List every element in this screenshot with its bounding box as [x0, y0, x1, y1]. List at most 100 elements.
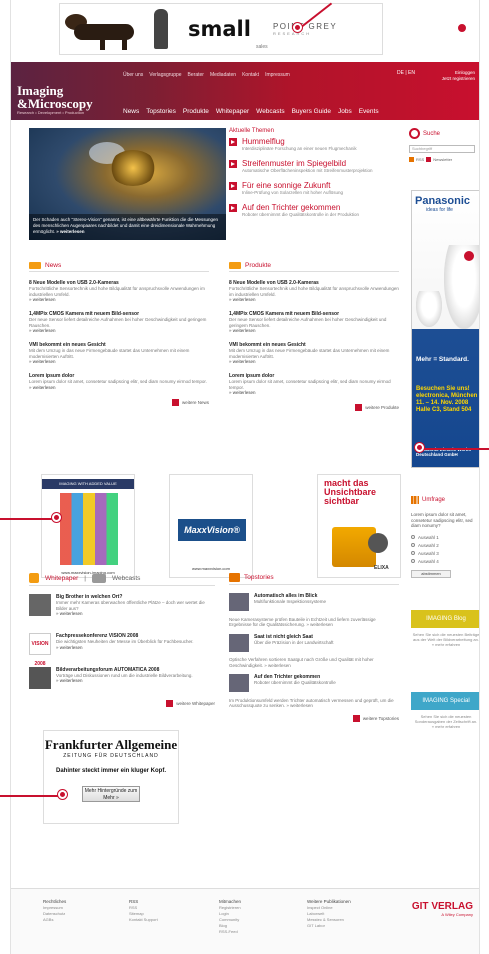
topic-title[interactable]: Für eine sonnige Zukunft: [242, 181, 343, 190]
topic-item[interactable]: Für eine sonnige Zukunft Inline-Prüfung v…: [229, 181, 397, 196]
product-item[interactable]: VMI bekommt ein neues Gesicht Mit dem Umz…: [229, 342, 399, 364]
radio-icon[interactable]: [411, 535, 415, 539]
poll-option[interactable]: Auswahl 2: [411, 543, 479, 548]
topic-title[interactable]: Hummelflug: [242, 137, 357, 146]
product-item[interactable]: 1,4MPix CMOS Kamera mit neuem Bild-senso…: [229, 311, 399, 333]
hero-caption: Der Schaden auch "Stereo-Vision" genannt…: [29, 214, 226, 240]
top-nav-item[interactable]: Verlagsgruppe: [149, 72, 181, 78]
main-nav-produkte[interactable]: Produkte: [183, 108, 209, 115]
poll-option[interactable]: Auswahl 4: [411, 559, 479, 564]
hero-more-link[interactable]: » weiterlesen: [56, 229, 84, 234]
topstory-item[interactable]: Saat ist nicht gleich Saat Über die Präzi…: [229, 633, 399, 655]
newsletter-link[interactable]: Newsletter: [433, 157, 452, 162]
whitepaper-item[interactable]: Bildverarbeitungsforum AUTOMATICA 2008 Vo…: [29, 666, 215, 693]
top-nav-item[interactable]: Kontakt: [242, 72, 259, 78]
topstory-more-link[interactable]: » weiterlesen: [306, 622, 333, 627]
product-more-link[interactable]: » weiterlesen: [229, 359, 399, 364]
product-more-link[interactable]: » weiterlesen: [229, 328, 399, 333]
news-icon: [29, 262, 41, 269]
topstory-more-link[interactable]: » weiterlesen: [264, 663, 291, 668]
topstory-item[interactable]: Auf den Trichter gekommen Roboter übernim…: [229, 674, 399, 695]
radio-icon[interactable]: [411, 551, 415, 555]
callout-dot-corner: [456, 22, 468, 34]
panasonic-ad[interactable]: Panasonic ideas for life Mehr = Standard…: [411, 190, 479, 468]
search-input[interactable]: Suchbegriff: [409, 145, 475, 153]
news-more-link[interactable]: » weiterlesen: [29, 385, 209, 390]
more-news-button[interactable]: weitere News: [29, 398, 209, 406]
news-item[interactable]: 8 Neue Modelle von USB 2.0-Kameras Fortsc…: [29, 280, 209, 302]
register-link[interactable]: Jetzt registrieren: [442, 76, 475, 82]
topic-title[interactable]: Streifenmuster im Spiegelbild: [242, 159, 373, 168]
footer-link[interactable]: GIT Labor: [307, 923, 351, 929]
main-nav-topstories[interactable]: Topstories: [146, 108, 176, 115]
faz-ad[interactable]: Frankfurter Allgemeine ZEITUNG FÜR DEUTS…: [43, 730, 179, 824]
topstory-item[interactable]: Automatisch alles im Blick Multifunktiona…: [229, 593, 399, 614]
product-more-link[interactable]: » weiterlesen: [229, 297, 399, 302]
top-nav-item[interactable]: Mediadaten: [210, 72, 236, 78]
rss-link[interactable]: RSS: [416, 157, 424, 162]
product-item[interactable]: 8 Neue Modelle von USB 2.0-Kameras Fortsc…: [229, 280, 399, 302]
git-verlag-logo[interactable]: GIT VERLAG A Wiley Company: [412, 901, 473, 917]
arrow-icon: [355, 404, 363, 411]
top-nav-item[interactable]: Über uns: [123, 72, 143, 78]
blog-more-link[interactable]: » mehr erfahren: [432, 642, 460, 647]
site-tagline: Research • Development • Production: [17, 110, 85, 115]
arrow-icon: [229, 160, 237, 168]
radio-icon[interactable]: [411, 559, 415, 563]
poll-option[interactable]: Auswahl 3: [411, 551, 479, 556]
main-nav-news[interactable]: News: [123, 108, 139, 115]
vote-button[interactable]: abstimmen: [411, 569, 451, 578]
main-nav-jobs[interactable]: Jobs: [338, 108, 352, 115]
main-nav-webcasts[interactable]: Webcasts: [256, 108, 284, 115]
more-topstories-button[interactable]: weitere Topstories: [229, 714, 399, 722]
imaging-blog-banner[interactable]: IMAGING Blog: [411, 610, 479, 628]
language-switch[interactable]: DE | EN: [397, 70, 415, 76]
topic-title[interactable]: Auf den Trichter gekommen: [242, 203, 359, 212]
maxxvision-ad[interactable]: MaxxVision® www.maxxvision.com: [169, 474, 253, 578]
whitepaper-more-link[interactable]: » weiterlesen: [56, 678, 193, 683]
news-item[interactable]: 1,4MPix CMOS Kamera mit neuem Bild-senso…: [29, 311, 209, 333]
whitepaper-more-link[interactable]: » weiterlesen: [56, 645, 194, 650]
product-item[interactable]: Lorem ipsum dolor Lorem ipsum dolor sit a…: [229, 373, 399, 395]
top-nav-item[interactable]: Impressum: [265, 72, 290, 78]
topic-item[interactable]: Streifenmuster im Spiegelbild Automatisch…: [229, 159, 397, 174]
radio-icon[interactable]: [411, 543, 415, 547]
product-item-text: Lorem ipsum dolor sit amet, consetetur s…: [229, 379, 391, 390]
maxxvision-cube-ad[interactable]: IMAGING WITH ADDED VALUE www.maxxvision-i…: [41, 474, 135, 578]
news-more-link[interactable]: » weiterlesen: [29, 297, 209, 302]
whitepaper-item[interactable]: Big Brother in welchen Ort? Immer mehr Ka…: [29, 594, 215, 625]
top-nav: Über uns Verlagsgruppe Berater Mediadate…: [123, 72, 290, 78]
hero-image[interactable]: Der Schaden auch "Stereo-Vision" genannt…: [29, 128, 226, 240]
more-whitepaper-label: weitere Whitepaper: [176, 701, 215, 706]
topstory-more-link[interactable]: » weiterlesen: [286, 703, 313, 708]
whitepaper-more-link[interactable]: » weiterlesen: [56, 611, 215, 616]
topic-item[interactable]: Hummelflug Interdisziplinäre Forschung an…: [229, 137, 397, 152]
whitepaper-item[interactable]: VISION 2008 Fachpressekonferenz VISION 20…: [29, 633, 215, 667]
main-nav-whitepaper[interactable]: Whitepaper: [216, 108, 249, 115]
top-nav-item[interactable]: Berater: [188, 72, 204, 78]
faz-button[interactable]: Mehr Hintergründe zum Mehr »: [82, 786, 140, 802]
news-more-link[interactable]: » weiterlesen: [29, 328, 209, 333]
elixa-headline: macht das Unsichtbare sichtbar: [324, 478, 377, 506]
footer-link[interactable]: AGBs: [43, 917, 66, 923]
tab-webcasts[interactable]: Webcasts: [112, 575, 140, 582]
elixa-ad[interactable]: macht das Unsichtbare sichtbar ELIXA: [317, 474, 401, 578]
more-products-button[interactable]: weitere Produkte: [229, 404, 399, 411]
tab-whitepaper[interactable]: Whitepaper: [45, 575, 78, 582]
poll-option[interactable]: Auswahl 1: [411, 535, 479, 540]
more-whitepaper-button[interactable]: weitere Whitepaper: [29, 700, 215, 707]
news-item[interactable]: VMI bekommt ein neues Gesicht Mit dem Umz…: [29, 342, 209, 364]
topstory-text: Optische Verfahren sortieren Saatgut nac…: [229, 657, 399, 668]
footer-link[interactable]: Kontakt Support: [129, 917, 158, 923]
main-nav-events[interactable]: Events: [359, 108, 379, 115]
imaging-special-banner[interactable]: IMAGING Special: [411, 692, 479, 710]
product-more-link[interactable]: » weiterlesen: [229, 390, 399, 395]
special-more-link[interactable]: » mehr erfahren: [432, 724, 460, 729]
news-more-link[interactable]: » weiterlesen: [29, 359, 209, 364]
topic-item[interactable]: Auf den Trichter gekommen Roboter übernim…: [229, 203, 397, 218]
news-item[interactable]: Lorem ipsum dolor Lorem ipsum dolor sit a…: [29, 373, 209, 390]
footer-link[interactable]: RSS-Feed: [219, 929, 241, 935]
top-banner-ad[interactable]: small sales POINT GREY RESEARCH: [59, 3, 383, 55]
main-nav-buyers-guide[interactable]: Buyers Guide: [292, 108, 331, 115]
site-logo[interactable]: Imaging &Microscopy: [17, 84, 93, 110]
